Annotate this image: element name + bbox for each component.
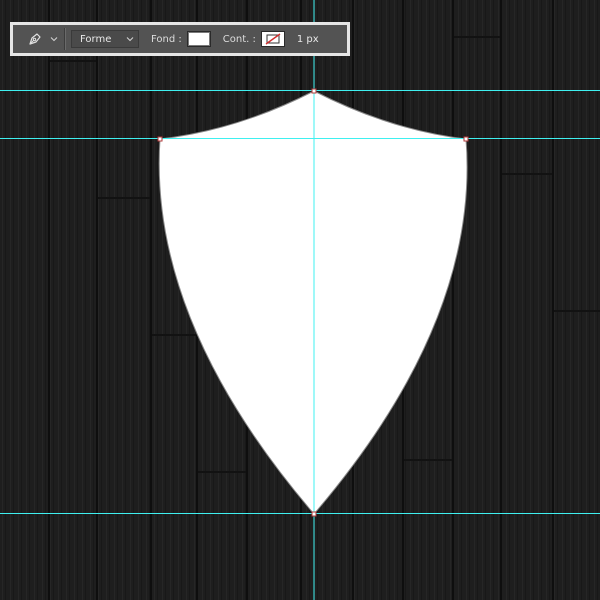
stroke-color-swatch[interactable]: [260, 31, 285, 47]
no-stroke-icon: [265, 33, 281, 45]
options-bar: Forme Fond : Cont. : 1 px: [10, 22, 350, 56]
anchor-point-left: [157, 136, 163, 142]
plank-joint: [198, 471, 246, 473]
anchor-point-right: [463, 136, 469, 142]
tool-mode-select[interactable]: Forme: [71, 30, 139, 48]
fill-color-swatch[interactable]: [186, 31, 211, 47]
document-canvas[interactable]: [0, 0, 600, 600]
plank-joint: [554, 310, 600, 312]
plank-joint: [152, 334, 196, 336]
plank-joint: [50, 60, 96, 62]
plank-joint: [502, 173, 552, 175]
anchor-point-top: [311, 88, 317, 94]
chevron-down-icon: [50, 37, 58, 42]
separator: [64, 28, 65, 50]
chevron-down-icon: [126, 37, 134, 42]
tool-preset-picker[interactable]: [13, 25, 64, 53]
stroke-width-value[interactable]: 1 px: [297, 34, 319, 45]
plank-joint: [98, 197, 150, 199]
fill-label: Fond :: [151, 33, 182, 45]
plank-joint: [404, 459, 452, 461]
stroke-label: Cont. :: [222, 33, 256, 45]
anchor-point-bottom: [311, 511, 317, 517]
pen-tool-icon: [29, 33, 41, 45]
plank-joint: [454, 36, 500, 38]
tool-mode-value: Forme: [80, 33, 112, 45]
